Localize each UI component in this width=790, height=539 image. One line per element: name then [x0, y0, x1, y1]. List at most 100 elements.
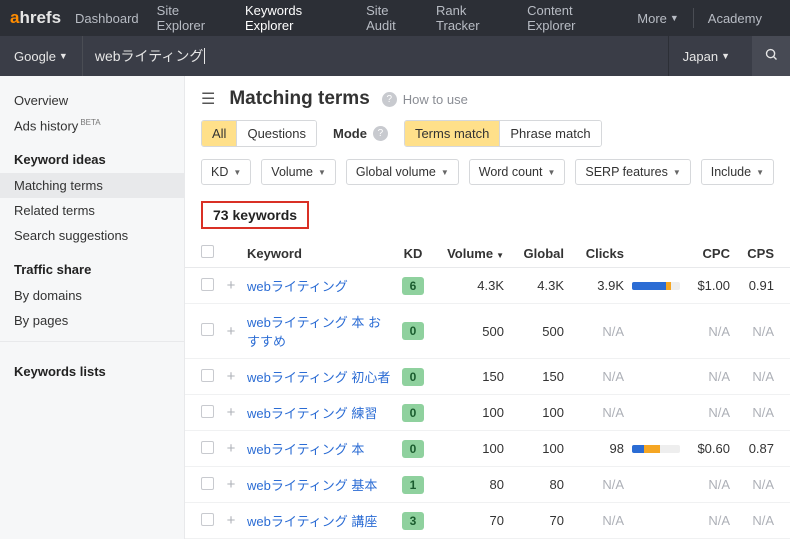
expand-icon[interactable]: + — [221, 368, 241, 385]
keyword-link[interactable]: webライティング 基本 — [247, 478, 377, 493]
row-checkbox[interactable] — [201, 323, 214, 336]
table-row: +webライティング 練習0100100N/AN/AN/A — [185, 395, 790, 431]
how-to-use[interactable]: How to use — [403, 92, 468, 107]
hamburger-icon[interactable]: ☰ — [201, 89, 215, 109]
filter-volume[interactable]: Volume▼ — [261, 159, 336, 185]
clicks-bar — [632, 445, 680, 453]
nav-more[interactable]: More▼ — [637, 11, 679, 26]
row-checkbox[interactable] — [201, 441, 214, 454]
kd-badge: 0 — [402, 404, 424, 422]
table-row: +webライティング64.3K4.3K3.9K$1.000.91 — [185, 268, 790, 304]
row-checkbox[interactable] — [201, 405, 214, 418]
cell-cpc: $0.60 — [680, 441, 730, 456]
cell-cpc: $1.00 — [680, 278, 730, 293]
expand-icon[interactable]: + — [221, 440, 241, 457]
filter-kd[interactable]: KD▼ — [201, 159, 251, 185]
col-clicks[interactable]: Clicks — [564, 246, 624, 261]
cell-cps: N/A — [730, 324, 774, 339]
row-checkbox[interactable] — [201, 369, 214, 382]
col-keyword[interactable]: Keyword — [241, 246, 392, 261]
keyword-link[interactable]: webライティング 初心者 — [247, 370, 390, 385]
chevron-down-icon: ▼ — [233, 168, 241, 177]
nav-site-explorer[interactable]: Site Explorer — [157, 3, 227, 33]
cell-volume: 100 — [434, 405, 504, 420]
expand-icon[interactable]: + — [221, 476, 241, 493]
sidebar-matching-terms[interactable]: Matching terms — [0, 173, 184, 198]
count-row: 73 keywords — [185, 195, 790, 239]
keyword-value: webライティング — [95, 46, 204, 66]
cell-volume: 4.3K — [434, 278, 504, 293]
mode-bar: All Questions Mode ? Terms match Phrase … — [185, 120, 790, 159]
sidebar-related-terms[interactable]: Related terms — [0, 198, 184, 223]
col-cps[interactable]: CPS — [730, 246, 774, 261]
sidebar-by-domains[interactable]: By domains — [0, 283, 184, 308]
col-cpc[interactable]: CPC — [680, 246, 730, 261]
cell-cps: N/A — [730, 405, 774, 420]
cell-cpc: N/A — [680, 405, 730, 420]
col-volume[interactable]: Volume▼ — [434, 246, 504, 261]
sidebar-traffic-header: Traffic share — [0, 248, 184, 283]
filter-word-count[interactable]: Word count▼ — [469, 159, 566, 185]
sort-desc-icon: ▼ — [496, 251, 504, 260]
row-checkbox[interactable] — [201, 278, 214, 291]
chevron-down-icon: ▼ — [318, 168, 326, 177]
keyword-link[interactable]: webライティング 本 おすすめ — [247, 315, 381, 349]
col-kd[interactable]: KD — [392, 246, 434, 261]
sidebar-divider — [0, 341, 184, 342]
expand-icon[interactable]: + — [221, 323, 241, 340]
nav-keywords-explorer[interactable]: Keywords Explorer — [245, 3, 348, 33]
logo[interactable]: ahrefs — [10, 8, 61, 28]
chevron-down-icon: ▼ — [670, 13, 679, 23]
sidebar-search-suggestions[interactable]: Search suggestions — [0, 223, 184, 248]
table-row: +webライティング 基本18080N/AN/AN/A — [185, 467, 790, 503]
expand-icon[interactable]: + — [221, 404, 241, 421]
chevron-down-icon: ▼ — [756, 168, 764, 177]
nav-academy[interactable]: Academy — [708, 11, 762, 26]
expand-icon[interactable]: + — [221, 277, 241, 294]
sidebar-ads-history[interactable]: Ads historyBETA — [0, 113, 184, 138]
tab-terms-match[interactable]: Terms match — [405, 121, 499, 146]
nav-site-audit[interactable]: Site Audit — [366, 3, 418, 33]
cell-volume: 150 — [434, 369, 504, 384]
cell-cps: 0.91 — [730, 278, 774, 293]
keyword-link[interactable]: webライティング 本 — [247, 442, 364, 457]
filter-bar: KD▼ Volume▼ Global volume▼ Word count▼ S… — [185, 159, 790, 195]
select-all-checkbox[interactable] — [201, 245, 214, 258]
engine-select[interactable]: Google▼ — [0, 36, 83, 76]
keyword-link[interactable]: webライティング 講座 — [247, 514, 377, 529]
col-global[interactable]: Global — [504, 246, 564, 261]
cell-global: 100 — [504, 441, 564, 456]
tab-all[interactable]: All — [202, 121, 236, 146]
sidebar-ads-history-label: Ads history — [14, 118, 78, 133]
help-icon[interactable]: ? — [382, 92, 397, 107]
filter-include[interactable]: Include▼ — [701, 159, 774, 185]
cell-volume: 500 — [434, 324, 504, 339]
cell-cpc: N/A — [680, 477, 730, 492]
tab-questions[interactable]: Questions — [236, 121, 316, 146]
sidebar-overview[interactable]: Overview — [0, 88, 184, 113]
country-select[interactable]: Japan▼ — [668, 36, 752, 76]
mode-label: Mode — [333, 126, 367, 141]
kd-badge: 0 — [402, 440, 424, 458]
search-button[interactable] — [752, 36, 790, 76]
nav-content-explorer[interactable]: Content Explorer — [527, 3, 619, 33]
help-icon[interactable]: ? — [373, 126, 388, 141]
keyword-link[interactable]: webライティング — [247, 279, 348, 294]
keyword-link[interactable]: webライティング 練習 — [247, 406, 377, 421]
expand-icon[interactable]: + — [221, 512, 241, 529]
keyword-input[interactable]: webライティング — [83, 36, 668, 76]
filter-global-volume[interactable]: Global volume▼ — [346, 159, 459, 185]
search-bar: Google▼ webライティング Japan▼ — [0, 36, 790, 76]
cell-volume: 100 — [434, 441, 504, 456]
keywords-table: Keyword KD Volume▼ Global Clicks CPC CPS… — [185, 239, 790, 539]
row-checkbox[interactable] — [201, 513, 214, 526]
filter-serp-features[interactable]: SERP features▼ — [575, 159, 690, 185]
sidebar-by-pages[interactable]: By pages — [0, 308, 184, 333]
chevron-down-icon: ▼ — [59, 51, 68, 61]
row-checkbox[interactable] — [201, 477, 214, 490]
nav-rank-tracker[interactable]: Rank Tracker — [436, 3, 509, 33]
content: Overview Ads historyBETA Keyword ideas M… — [0, 76, 790, 539]
tab-phrase-match[interactable]: Phrase match — [499, 121, 600, 146]
tab-group-mode: Terms match Phrase match — [404, 120, 602, 147]
nav-dashboard[interactable]: Dashboard — [75, 11, 139, 26]
